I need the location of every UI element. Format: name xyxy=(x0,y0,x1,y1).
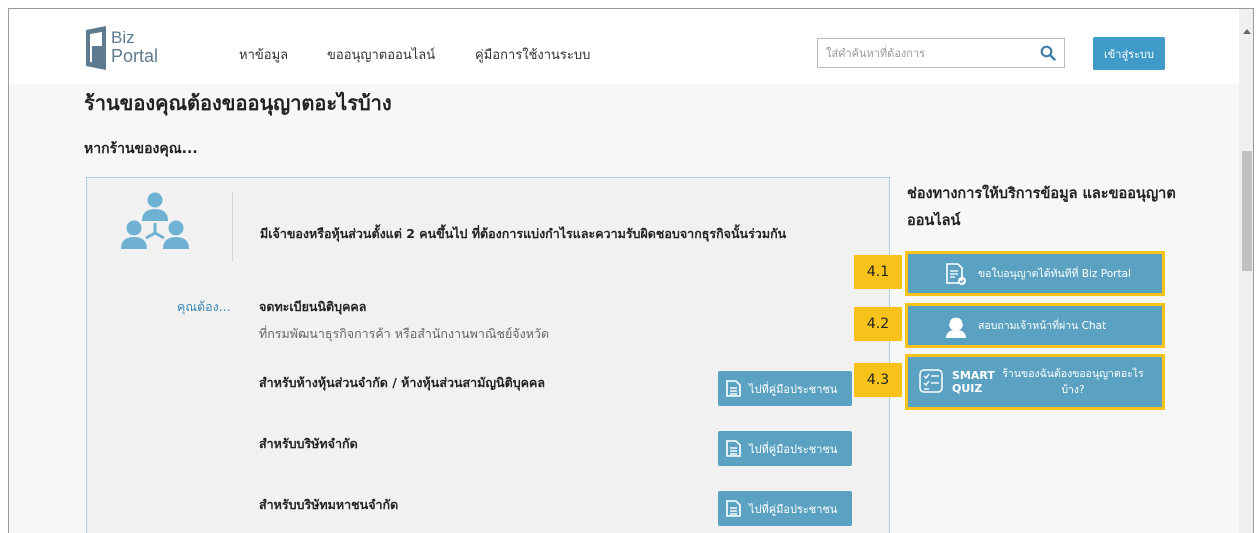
row-label-company: สำหรับบริษัทจำกัด xyxy=(259,436,358,451)
nav-find-info[interactable]: หาข้อมูล xyxy=(239,44,288,65)
you-must-label: คุณต้อง... xyxy=(177,299,231,314)
nav-online-permit[interactable]: ขออนุญาตออนไลน์ xyxy=(327,44,435,65)
document-check-icon xyxy=(946,262,966,285)
logo-text-biz: Biz xyxy=(111,28,135,47)
document-icon xyxy=(726,500,741,517)
service-channels-title: ช่องทางการให้บริการข้อมูล และขออนุญาตออน… xyxy=(907,186,1176,229)
search-box xyxy=(817,38,1065,68)
row-label-public-company: สำหรับบริษัทมหาชนจำกัด xyxy=(259,497,399,512)
page-subtitle: หากร้านของคุณ... xyxy=(84,141,198,157)
checklist-icon xyxy=(919,369,943,393)
logo-text-portal: Portal xyxy=(111,46,159,66)
business-description: มีเจ้าของหรือหุ้นส่วนตั้งแต่ 2 คนขึ้นไป … xyxy=(260,226,787,241)
logo-mark-icon xyxy=(86,26,106,70)
scroll-thumb[interactable] xyxy=(1242,151,1252,271)
service-button-smart-quiz[interactable]: SMART QUIZ ร้านของฉันต้องขออนุญาตอะไรบ้า… xyxy=(905,354,1165,410)
business-type-card: มีเจ้าของหรือหุ้นส่วนตั้งแต่ 2 คนขึ้นไป … xyxy=(86,177,890,533)
vertical-divider xyxy=(232,192,233,262)
document-icon xyxy=(726,440,741,457)
service-label-chat: สอบถามเจ้าหน้าที่ผ่าน Chat xyxy=(978,320,1107,332)
login-button[interactable]: เข้าสู่ระบบ xyxy=(1093,37,1165,70)
biz-portal-logo[interactable]: Biz Portal xyxy=(84,26,174,72)
document-icon xyxy=(726,380,741,397)
site-header: Biz Portal หาข้อมูล ขออนุญาตออนไลน์ คู่ม… xyxy=(9,9,1239,84)
registration-subtitle: ที่กรมพัฒนาธุรกิจการค้า หรือสำนักงานพาณิ… xyxy=(259,326,550,341)
guide-button-label: ไปที่คู่มือประชาชน xyxy=(749,442,838,456)
service-label-biz-portal-license: ขอใบอนุญาตได้ทันทีที่ Biz Portal xyxy=(978,268,1131,280)
guide-button-company[interactable]: ไปที่คู่มือประชาชน xyxy=(718,431,852,466)
vertical-scrollbar[interactable] xyxy=(1239,9,1253,533)
service-button-chat[interactable]: สอบถามเจ้าหน้าที่ผ่าน Chat xyxy=(905,303,1165,348)
guide-button-partnership[interactable]: ไปที่คู่มือประชาชน xyxy=(718,371,852,406)
search-input[interactable] xyxy=(818,39,1028,67)
smart-quiz-badge: SMART QUIZ xyxy=(952,369,995,395)
guide-button-label: ไปที่คู่มือประชาชน xyxy=(749,382,838,396)
page-title: ร้านของคุณต้องขออนุญาตอะไรบ้าง xyxy=(84,91,392,115)
nav-user-manual[interactable]: คู่มือการใช้งานระบบ xyxy=(475,44,590,65)
browser-frame: Biz Portal หาข้อมูล ขออนุญาตออนไลน์ คู่ม… xyxy=(8,8,1254,533)
service-label-smart-quiz: ร้านของฉันต้องขออนุญาตอะไรบ้าง? xyxy=(1002,368,1144,396)
guide-button-public-company[interactable]: ไปที่คู่มือประชาชน xyxy=(718,491,852,526)
partners-icon xyxy=(121,192,189,249)
callout-number-4-1: 4.1 xyxy=(854,255,902,289)
row-label-partnership: สำหรับห้างหุ้นส่วนจำกัด / ห้างหุ้นส่วนสา… xyxy=(259,375,546,390)
callout-number-4-2: 4.2 xyxy=(854,307,902,341)
scroll-up-arrow-icon[interactable] xyxy=(1243,29,1251,34)
registration-title: จดทะเบียนนิติบุคคล xyxy=(259,299,367,314)
chat-agent-icon xyxy=(946,315,966,338)
search-icon[interactable] xyxy=(1040,45,1056,61)
callout-number-4-3: 4.3 xyxy=(854,363,902,397)
service-button-biz-portal-license[interactable]: ขอใบอนุญาตได้ทันทีที่ Biz Portal xyxy=(905,251,1165,296)
guide-button-label: ไปที่คู่มือประชาชน xyxy=(749,502,838,516)
